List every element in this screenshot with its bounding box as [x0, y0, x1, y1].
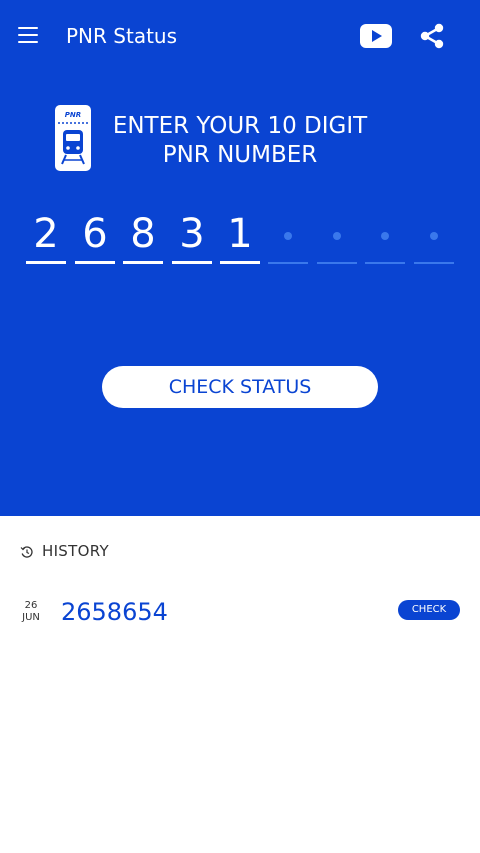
pnr-prompt: ENTER YOUR 10 DIGIT PNR NUMBER [100, 112, 380, 170]
ticket-icon-label: PNR [65, 111, 81, 119]
history-date-month: JUN [22, 612, 40, 623]
empty-slot-dot [333, 232, 341, 240]
history-pnr-number: 2658654 [61, 598, 168, 626]
history-date-day: 26 [24, 600, 38, 611]
pnr-digit-7[interactable] [317, 206, 357, 264]
share-icon[interactable] [419, 23, 445, 49]
empty-slot-dot [381, 232, 389, 240]
empty-slot-dot [430, 232, 438, 240]
app-title: PNR Status [66, 24, 178, 48]
pnr-digit-4[interactable]: 3 [172, 206, 212, 264]
youtube-icon[interactable] [360, 24, 392, 48]
menu-icon[interactable] [18, 27, 38, 45]
pnr-digit-inputs: 2 6 8 3 1 [26, 206, 456, 268]
pnr-entry-panel: PNR Status PNR ENTER YOUR 10 DIGIT PNR N… [0, 0, 480, 516]
prompt-line-2: PNR NUMBER [162, 142, 318, 168]
pnr-digit-6[interactable] [268, 206, 308, 264]
history-item[interactable]: 26 JUN 2658654 CHECK [0, 592, 480, 632]
history-check-button[interactable]: CHECK [398, 600, 460, 620]
app-bar: PNR Status [0, 0, 480, 72]
history-heading: HISTORY [42, 542, 109, 560]
history-icon [20, 544, 34, 558]
pnr-digit-1[interactable]: 2 [26, 206, 66, 264]
prompt-line-1: ENTER YOUR 10 DIGIT [112, 113, 368, 139]
pnr-digit-2[interactable]: 6 [75, 206, 115, 264]
pnr-digit-9[interactable] [414, 206, 454, 264]
empty-slot-dot [284, 232, 292, 240]
pnr-digit-3[interactable]: 8 [123, 206, 163, 264]
train-ticket-icon: PNR [54, 104, 92, 172]
pnr-digit-8[interactable] [365, 206, 405, 264]
pnr-digit-5[interactable]: 1 [220, 206, 260, 264]
check-status-button[interactable]: CHECK STATUS [102, 366, 378, 408]
